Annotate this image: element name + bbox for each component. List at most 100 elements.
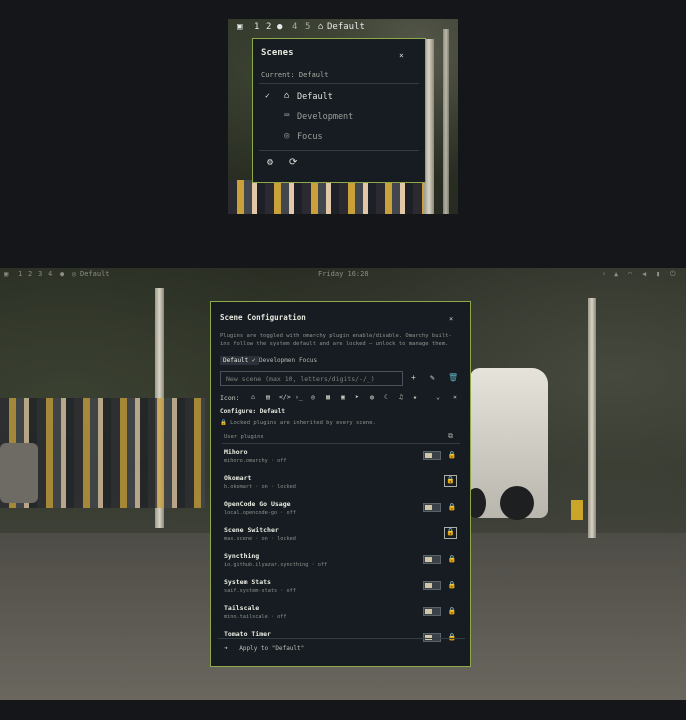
scene-item-development[interactable]: ⌨ Development — [253, 108, 425, 126]
plugin-status: saif.system-stats · off — [224, 588, 296, 594]
plugin-name: Scene Switcher — [224, 526, 279, 534]
battery-icon[interactable]: ▮ — [656, 270, 660, 278]
wheel — [500, 486, 534, 520]
workspace-4[interactable]: 4 — [292, 22, 297, 32]
gear-icon[interactable]: ⚙ — [267, 157, 273, 168]
apply-button[interactable]: ➜ Apply to "Default" — [224, 645, 304, 652]
new-scene-input[interactable]: New scene (max 10, letters/digits/-/_) — [220, 371, 403, 386]
workspace-3[interactable]: 3 — [38, 270, 42, 278]
icon-choice-briefcase[interactable]: ▣ — [341, 393, 345, 401]
icon-choice-music[interactable]: ♫ — [399, 393, 403, 401]
scene-indicator[interactable]: Default — [327, 22, 365, 32]
refresh-icon[interactable]: ⟳ — [289, 157, 297, 168]
icon-choice-send[interactable]: ➤ — [355, 393, 359, 401]
icon-choice-terminal[interactable]: ›_ — [295, 393, 303, 401]
divider — [259, 83, 419, 84]
plugin-status: mino.tailscale · off — [224, 614, 287, 620]
workspace-1[interactable]: 1 — [18, 270, 22, 278]
workspace-4[interactable]: 4 — [48, 270, 52, 278]
plugin-name: Mihoro — [224, 448, 248, 456]
workspace-active-dot[interactable]: ● — [277, 22, 282, 32]
close-icon[interactable]: × — [449, 315, 453, 323]
workspace-1[interactable]: 1 — [254, 22, 259, 32]
new-scene-placeholder: New scene (max 10, letters/digits/-/_) — [226, 375, 375, 383]
tab-development[interactable]: Developmen — [259, 357, 295, 364]
icon-choice-globe[interactable]: ◍ — [370, 393, 374, 401]
lock-icon[interactable]: 🔒 — [447, 503, 457, 513]
toggle-knob — [425, 557, 432, 562]
dialog-title: Scene Configuration — [220, 313, 306, 322]
wifi-icon[interactable]: ◠ — [628, 270, 632, 278]
rally-car — [466, 368, 548, 520]
lock-icon[interactable]: 🔒 — [447, 555, 457, 565]
collapse-icon[interactable]: ⧉ — [448, 432, 453, 441]
status-bar: ▣ 1 2 3 4 ● ◎ Default Friday 16:28 ‹ ▲ ◠… — [0, 268, 686, 281]
add-icon[interactable]: + — [411, 373, 416, 382]
workspace-2[interactable]: 2 — [28, 270, 32, 278]
plugin-toggle[interactable] — [423, 451, 441, 460]
top-bar: ▣ 1 2 ● 4 5 ⌂ Default — [228, 19, 458, 35]
lock-icon[interactable]: 🔒 — [444, 527, 457, 539]
tab-focus[interactable]: Focus — [299, 357, 317, 364]
plugin-name: Syncthing — [224, 552, 260, 560]
plugin-toggle[interactable] — [423, 581, 441, 590]
scene-item-default[interactable]: ✓ ⌂ Default — [253, 88, 425, 106]
plugin-name: OpenCode Go Usage — [224, 500, 291, 508]
lock-icon[interactable]: 🔒 — [444, 475, 457, 487]
current-scene-label: Current: Default — [261, 71, 329, 79]
plugin-status: b.okomart · on · locked — [224, 484, 296, 490]
launcher-icon[interactable]: ▣ — [4, 270, 8, 278]
scenes-title: Scenes — [261, 48, 294, 58]
power-icon[interactable]: ⏻ — [670, 270, 676, 279]
close-icon[interactable]: × — [453, 393, 457, 401]
icon-choice-moon[interactable]: ☾ — [384, 393, 388, 401]
scene-configuration-dialog: Scene Configuration × Plugins are toggle… — [210, 301, 471, 667]
plugin-toggle[interactable] — [423, 503, 441, 512]
plugin-status: mihoro.omarchy · off — [224, 458, 287, 464]
scenes-popup: Scenes × Current: Default ✓ ⌂ Default ⌨ … — [252, 38, 426, 183]
icon-choice-star[interactable]: ★ — [413, 393, 417, 401]
check-icon: ✓ — [265, 91, 270, 100]
spectator-crowd — [228, 180, 424, 214]
icon-choice-code[interactable]: </> — [279, 393, 291, 401]
target-icon: ◎ — [72, 270, 77, 278]
plugin-status: local.opencode-go · off — [224, 510, 296, 516]
plugin-toggle[interactable] — [423, 607, 441, 616]
clock[interactable]: Friday 16:28 — [318, 270, 369, 278]
icon-choice-window[interactable]: ▤ — [266, 393, 270, 401]
scene-indicator[interactable]: Default — [80, 270, 110, 278]
description: Plugins are toggled with omarchy plugin … — [220, 333, 452, 347]
lock-icon[interactable]: 🔒 — [447, 607, 457, 617]
icon-choice-target[interactable]: ◎ — [311, 393, 315, 401]
lock-icon[interactable]: 🔒 — [447, 451, 457, 461]
home-icon: ⌂ — [318, 22, 324, 32]
home-icon: ⌂ — [284, 91, 290, 101]
upload-icon[interactable]: ▲ — [614, 270, 618, 278]
section-label: User plugins — [224, 434, 264, 440]
icon-label: Icon: — [220, 394, 240, 402]
workspace-2[interactable]: 2 — [266, 22, 271, 32]
workspace-5[interactable]: 5 — [305, 22, 310, 32]
trash-icon[interactable]: 🗑 — [448, 373, 458, 382]
toggle-knob — [425, 453, 432, 458]
chevron-left-icon[interactable]: ‹ — [602, 270, 606, 278]
workspace-active-dot[interactable]: ● — [60, 270, 64, 278]
plugin-toggle[interactable] — [423, 555, 441, 564]
plugin-name: Tomato Timer — [224, 630, 271, 638]
edit-icon[interactable]: ✎ — [430, 373, 435, 382]
rock — [0, 443, 38, 503]
tab-default[interactable]: Default ✓ — [220, 356, 259, 365]
configure-label: Configure: Default — [220, 408, 286, 415]
lock-icon[interactable]: 🔒 — [447, 581, 457, 591]
scene-item-focus[interactable]: ◎ Focus — [253, 128, 425, 146]
icon-picker: Icon: ⌂ ▤ </> ›_ ◎ ▦ ▣ ➤ ◍ ☾ ♫ ★ ⌄ × — [220, 393, 465, 403]
apply-label: Apply to "Default" — [239, 645, 305, 652]
icon-choice-home[interactable]: ⌂ — [251, 393, 255, 401]
icon-choice-calendar[interactable]: ▦ — [326, 393, 330, 401]
divider — [259, 150, 419, 151]
chevron-down-icon[interactable]: ⌄ — [436, 393, 440, 401]
close-icon[interactable]: × — [399, 51, 404, 60]
plugin-row: Tomato Timer 🔒 — [224, 630, 462, 656]
volume-icon[interactable]: ◀ — [642, 270, 646, 278]
launcher-icon[interactable]: ▣ — [237, 22, 242, 32]
